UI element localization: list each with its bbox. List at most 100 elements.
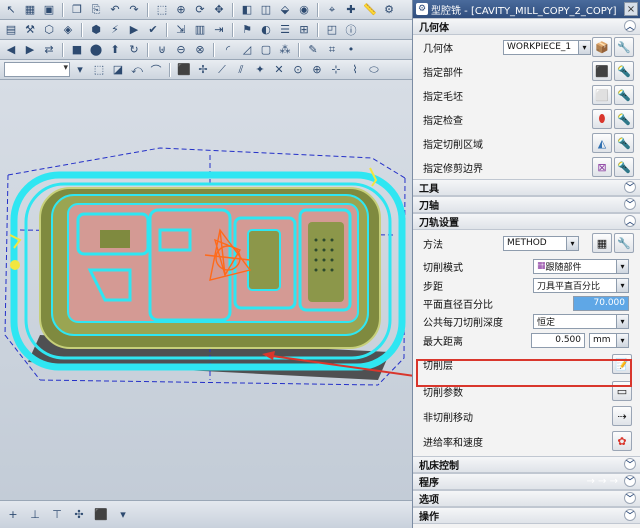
point-icon[interactable]: • xyxy=(342,42,360,58)
quadrant-snap-icon[interactable]: ⊕ xyxy=(308,62,326,78)
shell-icon[interactable]: ▢ xyxy=(257,42,275,58)
point-on-face-icon[interactable]: ⬭ xyxy=(365,62,383,78)
arrow-left-icon[interactable]: ◀ xyxy=(2,42,20,58)
revolve-icon[interactable]: ↻ xyxy=(125,42,143,58)
cube-view-icon[interactable]: ⬛ xyxy=(175,62,193,78)
center-snap-icon[interactable]: ⊙ xyxy=(289,62,307,78)
create-tool-icon[interactable]: ⚒ xyxy=(21,22,39,38)
cylinder-icon[interactable]: ⬤ xyxy=(87,42,105,58)
pan-icon[interactable]: ✥ xyxy=(210,2,228,18)
blank-cube-icon[interactable]: ⬜ xyxy=(592,85,612,105)
section-program-header[interactable]: 程序 → → → ﹀ xyxy=(413,473,640,490)
datum-icon[interactable]: ⌗ xyxy=(323,42,341,58)
cut-levels-button[interactable]: 📝 xyxy=(612,354,632,374)
render-icon[interactable]: ◉ xyxy=(295,2,313,18)
section-path-settings-header[interactable]: 刀轨设置 ︿ xyxy=(413,213,640,230)
block-icon[interactable]: ■ xyxy=(68,42,86,58)
copy-icon[interactable]: ❐ xyxy=(68,2,86,18)
control-point-icon[interactable]: ✦ xyxy=(251,62,269,78)
list-icon[interactable]: ☰ xyxy=(276,22,294,38)
feeds-icon[interactable]: ⚑ xyxy=(238,22,256,38)
select-filter-icon[interactable]: ⌖ xyxy=(323,2,341,18)
check-body-icon[interactable]: ⬮ xyxy=(592,109,612,129)
new-method-button[interactable]: ▦ xyxy=(592,233,612,253)
display-icon[interactable]: ◐ xyxy=(257,22,275,38)
create-method-icon[interactable]: ◈ xyxy=(59,22,77,38)
operation-icon[interactable]: ⬢ xyxy=(87,22,105,38)
display-flashlight-icon[interactable]: 🔦 xyxy=(614,109,634,129)
pattern-icon[interactable]: ⁂ xyxy=(276,42,294,58)
replay-icon[interactable]: ▶ xyxy=(125,22,143,38)
edit-geometry-button[interactable]: 🔧 xyxy=(614,37,634,57)
sketch-icon[interactable]: ✎ xyxy=(304,42,322,58)
section-geometry-header[interactable]: 几何体 ︿ xyxy=(413,18,640,35)
endpoint-snap-icon[interactable]: ⟋ xyxy=(213,62,231,78)
shaded-icon[interactable]: ◧ xyxy=(238,2,256,18)
redo-icon[interactable]: ↷ xyxy=(125,2,143,18)
point-on-curve-icon[interactable]: ⌇ xyxy=(346,62,364,78)
method-select[interactable]: METHOD ▾ xyxy=(503,235,579,251)
snap-icon[interactable]: ✚ xyxy=(342,2,360,18)
new-geometry-button[interactable]: 📦 xyxy=(592,37,612,57)
section-tool-header[interactable]: 工具 ﹀ xyxy=(413,179,640,196)
midpoint-snap-icon[interactable]: ⫽ xyxy=(232,62,250,78)
dialog-title-bar[interactable]: ⚙ 型腔铣 - [CAVITY_MILL_COPY_2_COPY] × xyxy=(413,0,640,18)
postprocess-icon[interactable]: ⇲ xyxy=(172,22,190,38)
feeds-speeds-button[interactable]: ✿ xyxy=(612,431,632,451)
verify-icon[interactable]: ✔ xyxy=(144,22,162,38)
flat-diameter-input[interactable]: 70.000 xyxy=(573,295,629,311)
shop-doc-icon[interactable]: ▥ xyxy=(191,22,209,38)
wcs-icon[interactable]: ⊥ xyxy=(26,507,44,523)
intersect-icon[interactable]: ⊗ xyxy=(191,42,209,58)
section-actions-header[interactable]: 操作 ﹀ xyxy=(413,507,640,524)
existing-point-icon[interactable]: ⊹ xyxy=(327,62,345,78)
create-geometry-icon[interactable]: ⬡ xyxy=(40,22,58,38)
unit-select[interactable]: mm ▾ xyxy=(589,332,629,348)
unite-icon[interactable]: ⊎ xyxy=(153,42,171,58)
settings-icon[interactable]: ⚙ xyxy=(380,2,398,18)
subtract-icon[interactable]: ⊖ xyxy=(172,42,190,58)
edit-method-button[interactable]: 🔧 xyxy=(614,233,634,253)
view-orient-icon[interactable]: ⬙ xyxy=(276,2,294,18)
wireframe-icon[interactable]: ◫ xyxy=(257,2,275,18)
display-flashlight-icon[interactable]: 🔦 xyxy=(614,133,634,153)
chamfer-icon[interactable]: ◿ xyxy=(238,42,256,58)
section-machine-control-header[interactable]: 机床控制 ﹀ xyxy=(413,456,640,473)
cut-area-icon[interactable]: ◭ xyxy=(592,133,612,153)
section-options-header[interactable]: 选项 ﹀ xyxy=(413,490,640,507)
save-icon[interactable]: ▣ xyxy=(40,2,58,18)
extrude-icon[interactable]: ⬆ xyxy=(106,42,124,58)
stepover-select[interactable]: 刀具平直百分比 ▾ xyxy=(533,277,629,293)
geometry-select[interactable]: WORKPIECE_1 ▾ xyxy=(503,39,591,55)
triad-icon[interactable]: ✣ xyxy=(70,507,88,523)
object-icon[interactable]: ◰ xyxy=(323,22,341,38)
cut-pattern-select[interactable]: ▦ 跟随部件 ▾ xyxy=(533,258,629,274)
select-mode-icon[interactable]: ⬚ xyxy=(90,62,108,78)
output-cls-icon[interactable]: ⇥ xyxy=(210,22,228,38)
csys-icon[interactable]: ⊤ xyxy=(48,507,66,523)
close-button[interactable]: × xyxy=(624,2,638,16)
filter-dropdown-icon[interactable]: ▾ xyxy=(71,62,89,78)
filter-combo[interactable] xyxy=(4,62,70,77)
graphics-viewport[interactable] xyxy=(0,80,412,500)
depth-select[interactable]: 恒定 ▾ xyxy=(533,313,629,329)
display-part-icon[interactable]: ⬛ xyxy=(92,507,110,523)
cut-params-button[interactable]: ▭ xyxy=(612,381,632,401)
max-distance-input[interactable]: 0.500 xyxy=(531,332,585,348)
non-cut-moves-button[interactable]: ⇢ xyxy=(612,406,632,426)
view-triad-icon[interactable]: ✢ xyxy=(194,62,212,78)
fit-icon[interactable]: ⬚ xyxy=(153,2,171,18)
display-flashlight-icon[interactable]: 🔦 xyxy=(614,85,634,105)
create-program-icon[interactable]: ▤ xyxy=(2,22,20,38)
display-flashlight-icon[interactable]: 🔦 xyxy=(614,61,634,81)
rotate-icon[interactable]: ⟳ xyxy=(191,2,209,18)
deselect-icon[interactable]: ⤺ xyxy=(128,62,146,78)
edge-blend-icon[interactable]: ◜ xyxy=(219,42,237,58)
undo-icon[interactable]: ↶ xyxy=(106,2,124,18)
more-icon[interactable]: ▾ xyxy=(114,507,132,523)
color-select-icon[interactable]: ◪ xyxy=(109,62,127,78)
part-cube-icon[interactable]: ⬛ xyxy=(592,61,612,81)
paste-icon[interactable]: ⎘ xyxy=(87,2,105,18)
measure-icon[interactable]: 📏 xyxy=(361,2,379,18)
lasso-icon[interactable]: ⌒ xyxy=(147,62,165,78)
